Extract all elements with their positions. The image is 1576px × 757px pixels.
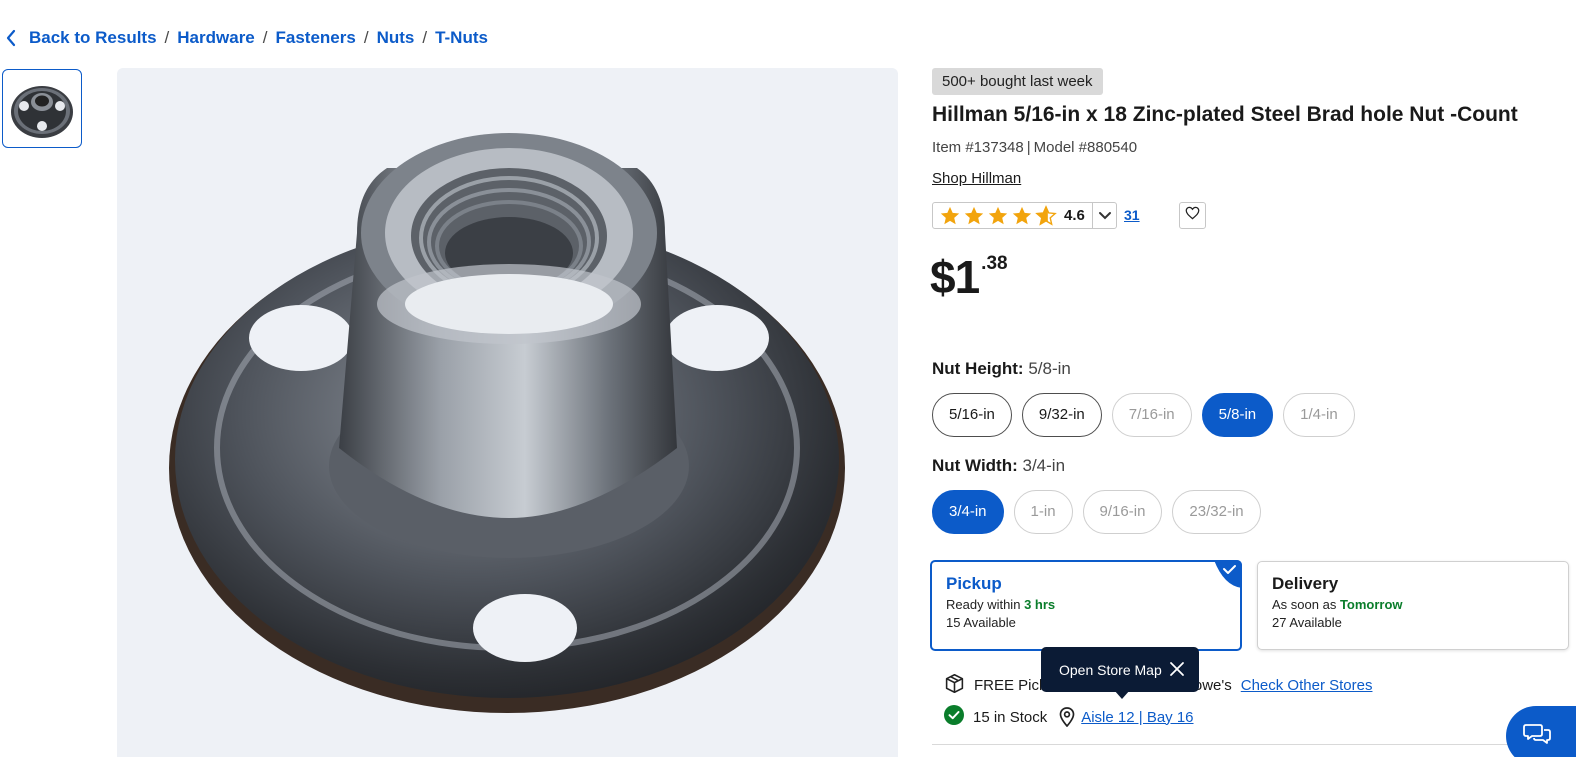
nut-height-selected: 5/8-in <box>1028 359 1071 378</box>
delivery-soon-line: As soon as Tomorrow <box>1272 597 1554 612</box>
nut-width-options: 3/4-in 1-in 9/16-in 23/32-in <box>932 490 1261 534</box>
favorite-button[interactable] <box>1179 202 1206 229</box>
price-cents: .38 <box>981 253 1008 274</box>
id-separator: | <box>1026 139 1031 156</box>
nut-height-option[interactable]: 1/4-in <box>1283 393 1355 437</box>
product-ids: Item #137348 | Model #880540 <box>932 139 1137 156</box>
nut-height-label-text: Nut Height: <box>932 359 1024 378</box>
nut-width-selected: 3/4-in <box>1022 456 1066 475</box>
star-half-icon <box>1035 204 1057 227</box>
pickup-title: Pickup <box>946 574 1002 593</box>
model-number: Model #880540 <box>1033 139 1138 156</box>
nut-width-option[interactable]: 9/16-in <box>1082 490 1163 534</box>
delivery-option-card[interactable]: Delivery As soon as Tomorrow 27 Availabl… <box>1257 561 1569 650</box>
bought-last-week-badge: 500+ bought last week <box>932 68 1103 95</box>
pickup-ready-prefix: Ready within <box>946 597 1021 612</box>
back-to-results-link[interactable]: Back to Results <box>29 28 157 48</box>
star-icon <box>963 205 985 227</box>
close-icon[interactable] <box>1169 661 1185 677</box>
breadcrumb-separator: / <box>422 28 428 47</box>
chat-button[interactable] <box>1506 706 1576 757</box>
package-icon <box>944 673 965 698</box>
map-pin-icon <box>1059 707 1075 727</box>
rating-widget[interactable]: 4.6 <box>932 202 1117 229</box>
product-title: Hillman 5/16-in x 18 Zinc-plated Steel B… <box>932 103 1518 126</box>
breadcrumb-fasteners[interactable]: Fasteners <box>276 28 356 48</box>
item-number: Item #137348 <box>932 139 1024 156</box>
delivery-soon-prefix: As soon as <box>1272 597 1337 612</box>
breadcrumb-separator: / <box>164 28 170 47</box>
pickup-option-card[interactable]: Pickup Ready within 3 hrs 15 Available <box>930 560 1242 651</box>
nut-height-option[interactable]: 5/8-in <box>1201 393 1274 437</box>
nut-width-option[interactable]: 23/32-in <box>1172 490 1261 534</box>
review-count-link[interactable]: 31 <box>1124 207 1140 223</box>
breadcrumb-separator: / <box>262 28 268 47</box>
nut-height-option[interactable]: 9/32-in <box>1021 393 1102 437</box>
check-circle-icon <box>944 705 964 729</box>
pickup-ready-time: 3 hrs <box>1024 597 1056 612</box>
store-map-tooltip[interactable]: Open Store Map <box>1041 647 1199 692</box>
nut-width-option[interactable]: 3/4-in <box>932 490 1004 534</box>
nut-height-option[interactable]: 7/16-in <box>1111 393 1192 437</box>
breadcrumb-hardware[interactable]: Hardware <box>177 28 254 48</box>
breadcrumb-t-nuts[interactable]: T-Nuts <box>435 28 488 48</box>
nut-width-label: Nut Width: 3/4-in <box>932 456 1065 476</box>
store-name-suffix: owe's <box>1193 677 1232 694</box>
check-icon <box>1214 560 1242 588</box>
rating-value: 4.6 <box>1064 207 1085 224</box>
delivery-available: 27 Available <box>1272 615 1342 630</box>
shop-brand-link[interactable]: Shop Hillman <box>932 170 1021 187</box>
product-main-image <box>117 68 898 757</box>
tooltip-arrow <box>1114 690 1130 699</box>
pickup-available: 15 Available <box>946 615 1016 630</box>
nut-height-option[interactable]: 5/16-in <box>932 393 1012 437</box>
chat-icon <box>1523 722 1551 751</box>
star-icon <box>939 205 961 227</box>
chevron-down-icon[interactable] <box>1092 203 1116 228</box>
delivery-soon-time: Tomorrow <box>1339 597 1403 612</box>
section-divider <box>932 744 1572 745</box>
stock-count: 15 in Stock <box>973 708 1048 726</box>
delivery-title: Delivery <box>1272 574 1339 593</box>
nut-height-options: 5/16-in 9/32-in 7/16-in 5/8-in 1/4-in <box>932 393 1355 437</box>
chevron-left-icon[interactable] <box>5 29 19 47</box>
price: $1 .38 <box>930 249 1008 305</box>
stock-row: 15 in Stock Aisle 12 | Bay 16 <box>944 705 1194 729</box>
nut-width-option[interactable]: 1-in <box>1013 490 1073 534</box>
aisle-bay-link[interactable]: Aisle 12 | Bay 16 <box>1081 709 1193 726</box>
nut-width-label-text: Nut Width: <box>932 456 1018 475</box>
breadcrumb: Back to Results / Hardware / Fasteners /… <box>5 26 488 50</box>
check-other-stores-link[interactable]: Check Other Stores <box>1241 677 1373 694</box>
star-icon <box>1011 205 1033 227</box>
price-dollars: $1 <box>930 251 980 303</box>
tooltip-text: Open Store Map <box>1059 661 1162 678</box>
product-thumbnail[interactable] <box>2 69 82 148</box>
breadcrumb-nuts[interactable]: Nuts <box>377 28 415 48</box>
nut-height-label: Nut Height: 5/8-in <box>932 359 1071 379</box>
star-icon <box>987 205 1009 227</box>
pickup-ready-line: Ready within 3 hrs <box>946 597 1226 612</box>
breadcrumb-separator: / <box>363 28 369 47</box>
heart-icon <box>1185 206 1200 225</box>
